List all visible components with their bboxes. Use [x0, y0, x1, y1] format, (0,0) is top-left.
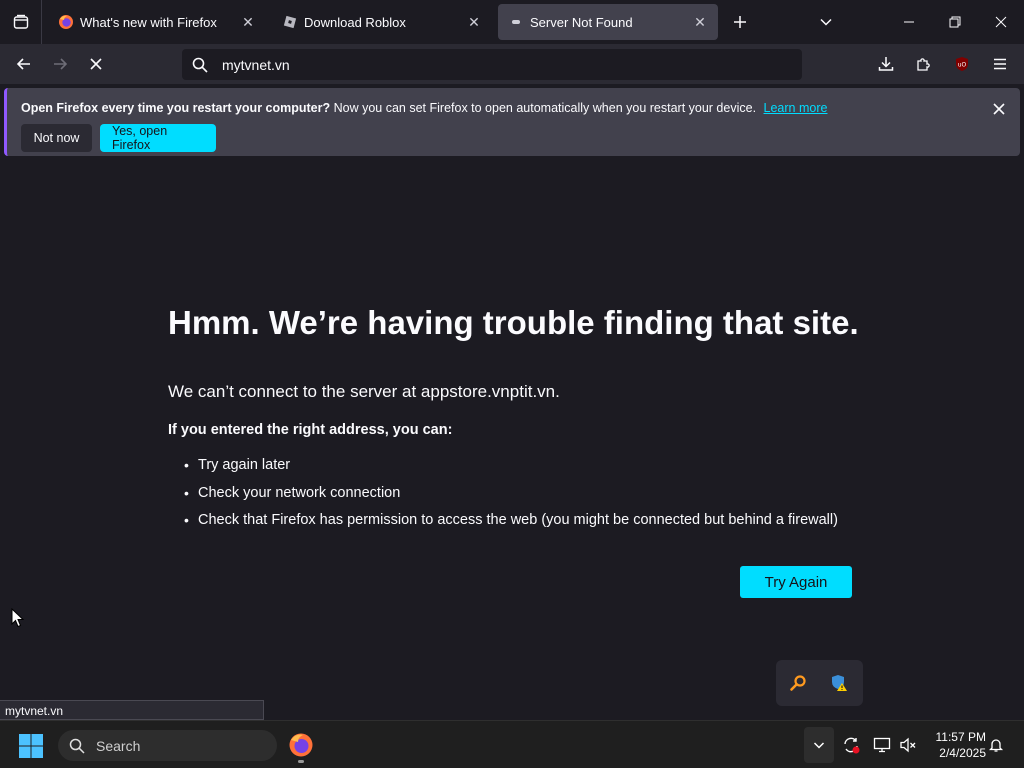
- back-arrow-icon: [16, 58, 30, 70]
- close-icon: [995, 16, 1007, 28]
- minimize-icon: [904, 21, 914, 23]
- notification-bar: Open Firefox every time you restart your…: [4, 88, 1020, 156]
- show-hidden-icons-button[interactable]: [804, 727, 834, 763]
- not-now-button[interactable]: Not now: [21, 124, 92, 152]
- list-all-tabs-button[interactable]: [808, 4, 844, 40]
- windows-logo-icon: [19, 734, 43, 758]
- tab-server-not-found[interactable]: Server Not Found ✕: [498, 4, 718, 40]
- taskbar-firefox-app[interactable]: [286, 729, 316, 763]
- close-notification-button[interactable]: [988, 98, 1010, 120]
- navigation-toolbar: mytvnet.vn uO: [0, 44, 1024, 84]
- tab-whats-new[interactable]: What's new with Firefox ✕: [48, 4, 266, 40]
- suggestion-text: Try again later: [198, 457, 291, 473]
- puzzle-icon: [917, 58, 930, 71]
- close-window-button[interactable]: [978, 0, 1024, 44]
- notifications-bell-icon[interactable]: [986, 735, 1006, 755]
- search-icon: [182, 49, 218, 80]
- learn-more-link[interactable]: Learn more: [764, 101, 828, 115]
- firefox-icon: [289, 733, 313, 757]
- stop-button[interactable]: [80, 48, 112, 80]
- roblox-icon: [282, 14, 298, 30]
- new-tab-button[interactable]: [722, 4, 758, 40]
- suggestion-list: • Try again later • Check your network con…: [184, 455, 838, 538]
- forward-button[interactable]: [44, 48, 76, 80]
- url-text[interactable]: mytvnet.vn: [218, 57, 290, 73]
- close-tab-icon[interactable]: ✕: [240, 14, 256, 30]
- chevron-down-icon: [813, 742, 825, 749]
- sync-alert-icon[interactable]: [841, 735, 861, 755]
- downloads-button[interactable]: [870, 48, 902, 80]
- list-item: • Check your network connection: [184, 483, 838, 511]
- close-icon: [993, 103, 1005, 115]
- list-item: • Try again later: [184, 455, 838, 483]
- link-status-tooltip: mytvnet.vn: [0, 700, 264, 720]
- windows-taskbar: Search 11:57 PM 2/4/2025: [0, 720, 1024, 768]
- close-tab-icon[interactable]: ✕: [692, 14, 708, 30]
- try-again-button[interactable]: Try Again: [740, 566, 852, 598]
- firefox-view-button[interactable]: [0, 0, 42, 44]
- notification-bold-text: Open Firefox every time you restart your…: [21, 101, 331, 115]
- magnifier-tool-icon[interactable]: [788, 673, 808, 693]
- notification-message: Open Firefox every time you restart your…: [21, 101, 827, 115]
- minimize-button[interactable]: [886, 0, 932, 44]
- tab-title: What's new with Firefox: [80, 14, 217, 30]
- suggestion-text: Check that Firefox has permission to acc…: [198, 512, 838, 528]
- tab-title: Download Roblox: [304, 14, 406, 30]
- tab-strip: What's new with Firefox ✕ Download Roblo…: [0, 0, 1024, 44]
- back-button[interactable]: [8, 48, 40, 80]
- extensions-button[interactable]: [908, 48, 940, 80]
- running-indicator: [298, 760, 304, 763]
- yes-open-firefox-button[interactable]: Yes, open Firefox: [100, 124, 216, 152]
- error-title: Hmm. We’re having trouble finding that s…: [168, 304, 859, 341]
- security-warning-icon[interactable]: [829, 673, 849, 693]
- tab-download-roblox[interactable]: Download Roblox ✕: [272, 4, 492, 40]
- firefox-view-icon: [13, 14, 28, 29]
- svg-text:uO: uO: [958, 62, 967, 69]
- notification-text: Now you can set Firefox to open automati…: [333, 101, 757, 115]
- url-bar[interactable]: mytvnet.vn: [182, 49, 802, 80]
- list-item: • Check that Firefox has permission to ac…: [184, 510, 838, 538]
- search-placeholder: Search: [96, 737, 141, 754]
- firefox-icon: [58, 14, 74, 30]
- start-button[interactable]: [18, 733, 44, 759]
- taskbar-search[interactable]: Search: [58, 730, 277, 761]
- suggestion-text: Check your network connection: [198, 484, 401, 501]
- chevron-down-icon: [820, 18, 832, 26]
- restore-button[interactable]: [932, 0, 978, 44]
- plus-icon: [734, 16, 746, 28]
- ublock-shield-icon: uO: [956, 57, 968, 71]
- display-icon[interactable]: [872, 735, 892, 755]
- system-clock[interactable]: 11:57 PM 2/4/2025: [926, 729, 986, 761]
- error-subtitle: If you entered the right address, you ca…: [168, 422, 453, 438]
- search-icon: [58, 738, 96, 754]
- volume-muted-icon[interactable]: [898, 735, 918, 755]
- forward-arrow-icon: [54, 58, 68, 70]
- hamburger-menu-icon: [994, 58, 1006, 70]
- mouse-cursor-icon: [11, 608, 25, 628]
- download-icon: [878, 57, 894, 71]
- close-tab-icon[interactable]: ✕: [466, 14, 482, 30]
- error-description: We can’t connect to the server at appsto…: [168, 382, 560, 401]
- loading-dot-icon: [508, 14, 524, 30]
- app-menu-button[interactable]: [984, 48, 1016, 80]
- clock-time: 11:57 PM: [935, 730, 986, 744]
- stop-icon: [90, 58, 102, 70]
- clock-date: 2/4/2025: [939, 746, 986, 760]
- restore-icon: [949, 16, 961, 28]
- tab-title: Server Not Found: [530, 14, 633, 30]
- ublock-origin-button[interactable]: uO: [946, 48, 978, 80]
- floating-toolbar-widget: [776, 660, 863, 706]
